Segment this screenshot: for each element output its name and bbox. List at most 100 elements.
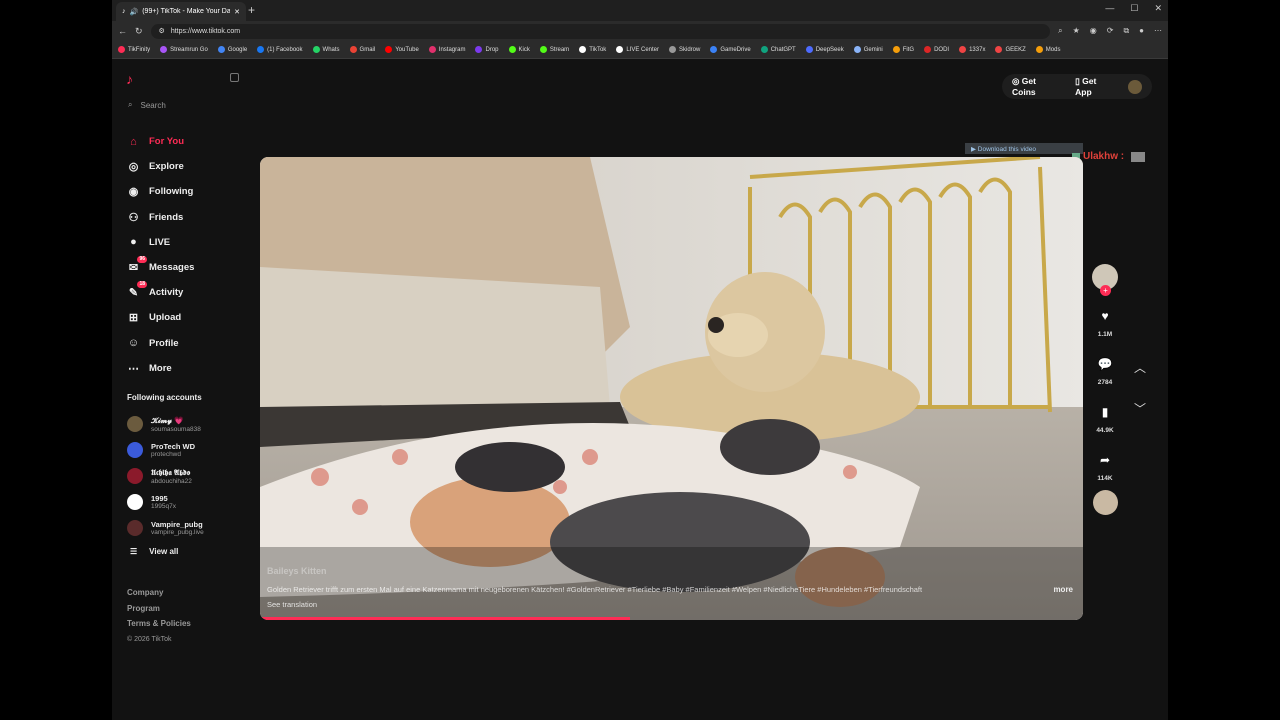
- reload-icon[interactable]: ↻: [135, 26, 143, 37]
- site-info-icon[interactable]: ⚙: [159, 27, 165, 35]
- bookmark-item[interactable]: Skidrow: [669, 46, 700, 53]
- bookmark-item[interactable]: GameDrive: [710, 46, 751, 53]
- comment-icon[interactable]: 💬: [1093, 352, 1117, 376]
- nav-item-following[interactable]: ◉ Following: [126, 179, 194, 204]
- share-arrow-icon[interactable]: ➦: [1093, 448, 1117, 472]
- browser-tab[interactable]: ♪ 🔊 (99+) TikTok - Make Your Day ✕: [116, 2, 246, 21]
- nav-item-for-you[interactable]: ⌂ For You: [126, 129, 194, 154]
- bookmark-item[interactable]: (1) Facebook: [257, 46, 303, 53]
- bookmark-item[interactable]: Mods: [1035, 46, 1060, 53]
- bookmark-item[interactable]: Gemini: [853, 46, 883, 53]
- previous-video-chevron-up-icon[interactable]: ︿: [1134, 359, 1146, 376]
- following-account[interactable]: 𝓚𝓲𝓶𝔂 💗 soumasouma838: [127, 411, 204, 437]
- star-icon[interactable]: ★: [1073, 26, 1080, 36]
- nav-label: Friends: [149, 211, 184, 223]
- zoom-icon[interactable]: ⌕: [1058, 26, 1062, 36]
- close-tab-icon[interactable]: ✕: [234, 8, 240, 16]
- bookmark-item[interactable]: LIVE Center: [616, 46, 659, 53]
- bookmark-item[interactable]: Drop: [475, 46, 499, 53]
- bookmark-item[interactable]: YouTube: [385, 46, 419, 53]
- close-window-icon[interactable]: ✕: [1154, 3, 1162, 14]
- collapse-sidebar-icon[interactable]: [230, 73, 239, 82]
- nav-item-upload[interactable]: ⊞ Upload: [126, 305, 194, 330]
- bookmark-item[interactable]: DeepSeek: [805, 46, 844, 53]
- description-more-button[interactable]: more: [1053, 585, 1073, 594]
- video-title[interactable]: Baileys Kitten: [267, 566, 327, 576]
- nav-item-live[interactable]: ● LIVE: [126, 230, 194, 255]
- nav-label: LIVE: [149, 236, 171, 248]
- bookmark-label: Whats: [322, 46, 340, 53]
- user-avatar[interactable]: [1128, 79, 1142, 94]
- read-aloud-icon[interactable]: ◉: [1090, 26, 1097, 36]
- comment-count: 2784: [1097, 379, 1113, 386]
- bookmark-label: LIVE Center: [626, 46, 659, 53]
- back-icon[interactable]: ←: [118, 26, 127, 36]
- speaker-icon[interactable]: 🔊: [130, 8, 139, 16]
- bookmark-item[interactable]: DODI: [924, 46, 949, 53]
- search-input[interactable]: ⌕ Search: [128, 100, 166, 110]
- maximize-icon[interactable]: ☐: [1130, 3, 1138, 14]
- following-account[interactable]: Vampire_pubg vampire_pubg.live: [127, 515, 204, 541]
- footer-program-link[interactable]: Program: [127, 601, 191, 617]
- new-tab-button[interactable]: +: [248, 3, 255, 17]
- bookmark-item[interactable]: Gmail: [349, 46, 375, 53]
- bookmark-item[interactable]: Streamrun Go: [160, 46, 208, 53]
- follow-plus-icon[interactable]: +: [1100, 285, 1111, 296]
- nav-item-friends[interactable]: ⚇ Friends: [126, 205, 194, 230]
- view-all-button[interactable]: ☰ View all: [130, 547, 178, 556]
- profile-avatar-icon[interactable]: ●: [1139, 26, 1144, 36]
- menu-icon[interactable]: ⋯: [1154, 26, 1162, 36]
- nav-item-explore[interactable]: ◎ Explore: [126, 154, 194, 179]
- download-video-button[interactable]: ▶ Download this video: [965, 143, 1083, 154]
- nav-item-activity[interactable]: ✎ 18 Activity: [126, 280, 194, 305]
- extensions-icon[interactable]: ⧉: [1123, 26, 1129, 36]
- like-heart-icon[interactable]: ♥: [1093, 304, 1117, 328]
- bookmark-label: Drop: [485, 46, 499, 53]
- bookmark-label: Stream: [549, 46, 570, 53]
- see-translation-link[interactable]: See translation: [267, 600, 317, 609]
- bookmark-item[interactable]: Stream: [539, 46, 570, 53]
- bookmark-favicon-icon: [428, 46, 436, 53]
- like-count: 1.1M: [1097, 331, 1113, 338]
- bookmark-item[interactable]: Whats: [312, 46, 340, 53]
- following-account[interactable]: ProTech WD protechwd: [127, 437, 204, 463]
- bookmark-item[interactable]: 1337x: [959, 46, 985, 53]
- bookmark-item[interactable]: GEEKZ: [995, 46, 1026, 53]
- bookmark-item[interactable]: TikFinity: [118, 46, 150, 53]
- bookmark-favicon-icon: [1035, 46, 1043, 53]
- following-account[interactable]: 1995 1995q7x: [127, 489, 204, 515]
- nav-item-messages[interactable]: ✉ 96 Messages: [126, 255, 194, 280]
- address-bar[interactable]: ⚙ https://www.tiktok.com: [150, 23, 1051, 39]
- get-app-button[interactable]: ▯ Get App: [1075, 76, 1114, 97]
- nav-label: Activity: [149, 287, 184, 299]
- footer-company-link[interactable]: Company: [127, 585, 191, 601]
- video-progress-bar[interactable]: [260, 617, 631, 620]
- bookmark-item[interactable]: Kick: [508, 46, 530, 53]
- nav-badge: 96: [137, 256, 147, 264]
- overlay-thumbnail: [1131, 151, 1146, 162]
- next-video-chevron-down-icon[interactable]: ﹀: [1134, 400, 1146, 417]
- following-account[interactable]: 𝖀𝖈𝖍𝖎𝖍𝖆 𝕬𝖇𝖉𝖔 abdouchiha22: [127, 463, 204, 489]
- account-handle: soumasouma838: [151, 425, 201, 433]
- bookmark-item[interactable]: TikTok: [579, 46, 606, 53]
- nav-item-profile[interactable]: ☺ Profile: [126, 331, 194, 356]
- refresh-extension-icon[interactable]: ⟳: [1107, 26, 1114, 36]
- save-count: 44.9K: [1096, 427, 1114, 434]
- tiktok-logo-icon[interactable]: ♪: [126, 71, 133, 87]
- bookmark-item[interactable]: ChatGPT: [760, 46, 796, 53]
- bookmark-item[interactable]: FitG: [892, 46, 914, 53]
- bookmark-item[interactable]: Google: [217, 46, 247, 53]
- browser-toolbar: ← ↻ ⚙ https://www.tiktok.com ⌕ ★ ◉ ⟳ ⧉ ●…: [112, 21, 1168, 41]
- bookmark-label: ChatGPT: [770, 46, 796, 53]
- minimize-icon[interactable]: —: [1105, 3, 1114, 14]
- nav-item-more[interactable]: ⋯ More: [126, 356, 194, 381]
- video-player[interactable]: Baileys Kitten Golden Retriever trifft z…: [260, 157, 1083, 620]
- footer-terms-link[interactable]: Terms & Policies: [127, 616, 191, 632]
- get-coins-button[interactable]: ◎ Get Coins: [1012, 76, 1061, 97]
- music-disc[interactable]: [1092, 490, 1118, 515]
- bookmark-icon[interactable]: ▮: [1093, 400, 1117, 424]
- sidebar-footer: Company Program Terms & Policies © 2026 …: [127, 585, 191, 647]
- creator-avatar[interactable]: +: [1092, 264, 1118, 296]
- bookmark-label: Instagram: [438, 46, 466, 53]
- bookmark-item[interactable]: Instagram: [428, 46, 466, 53]
